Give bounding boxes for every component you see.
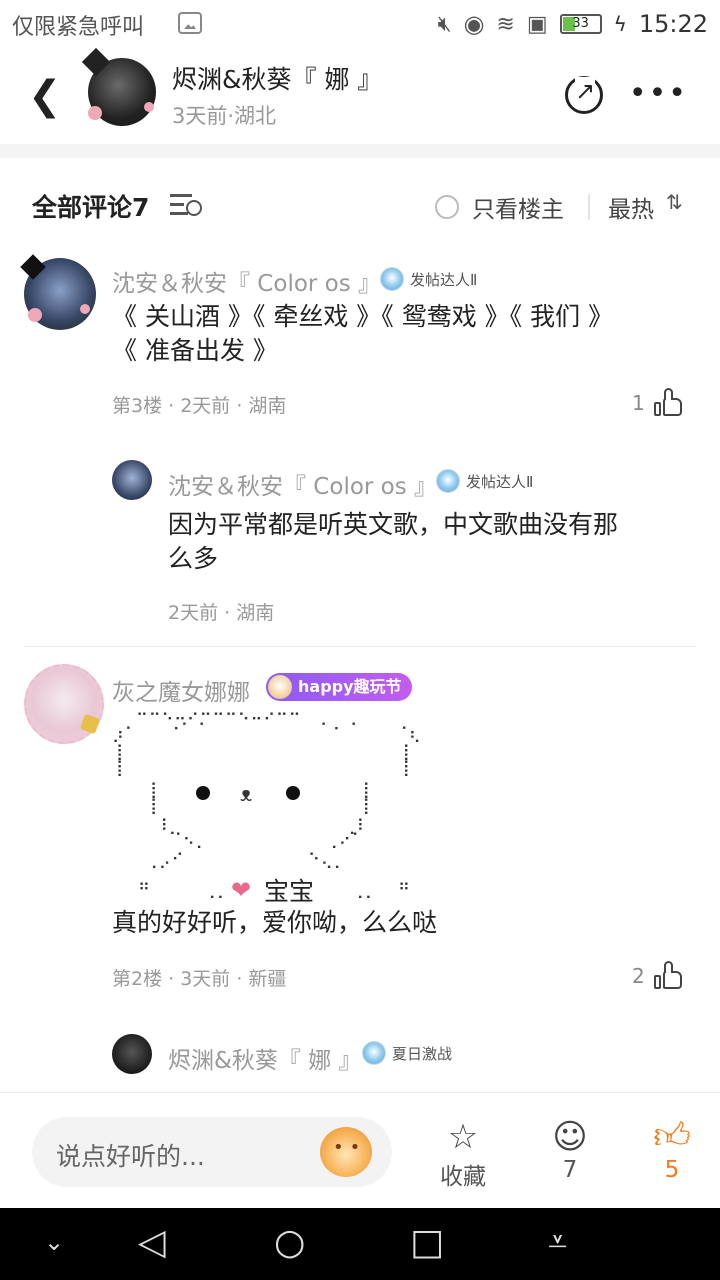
star-icon[interactable]: ☆	[438, 1117, 488, 1157]
recents-square-icon[interactable]: □	[410, 1222, 444, 1263]
comment-input-placeholder[interactable]: 说点好听的...	[56, 1137, 205, 1173]
comments-count: 7	[132, 193, 150, 222]
reply-username[interactable]: 沈安＆秋安『 Color os 』	[168, 467, 437, 501]
user-badge: 发帖达人Ⅱ	[380, 266, 477, 292]
like-count: 1	[632, 391, 645, 415]
badge-icon	[362, 1041, 386, 1065]
avatar[interactable]	[112, 1034, 152, 1074]
favorite-button[interactable]: ☆ 收藏	[438, 1117, 488, 1191]
like-button[interactable]: 👍︎ 5	[650, 1117, 694, 1184]
comment-text-line: 真的好好听，爱你呦，么么哒	[112, 908, 438, 937]
comment-username[interactable]: 灰之魔女娜娜	[112, 673, 250, 707]
badge-icon	[380, 267, 404, 291]
status-icons: 🔇︎ ◉ ≋ ▣ 33 ϟ 15:22	[438, 6, 708, 42]
home-circle-icon[interactable]: ○	[274, 1222, 305, 1263]
comments-count-label[interactable]: 7	[548, 1157, 592, 1183]
more-icon[interactable]: •••	[629, 76, 688, 111]
like-count-label[interactable]: 5	[650, 1157, 694, 1183]
comment-text-line: 《 关山酒 》《 牵丝戏 》《 鸳鸯戏 》《 我们 》	[112, 302, 614, 331]
author-name[interactable]: 烬渊&秋葵『 娜 』	[172, 60, 382, 96]
comment-text-line: 《 准备出发 》	[112, 336, 278, 365]
author-meta: 3天前·湖北	[172, 104, 277, 128]
eye-icon: ◉	[463, 10, 485, 38]
comment-meta: 第3楼 · 2天前 · 湖南	[112, 395, 287, 417]
clock: 15:22	[638, 10, 708, 38]
comments-header: 全部评论7 只看楼主 最热 ⇅	[0, 170, 720, 240]
battery-icon: 33	[559, 14, 602, 34]
back-triangle-icon[interactable]: ◁	[138, 1222, 166, 1263]
chevron-down-icon[interactable]: ⌄	[44, 1228, 64, 1256]
reply-text-line: 因为平常都是听英文歌，中文歌曲没有那	[168, 510, 619, 539]
user-badge: 夏日激战	[362, 1040, 452, 1066]
only-host-label[interactable]: 只看楼主	[472, 190, 564, 224]
charging-icon: ϟ	[613, 12, 627, 36]
avatar[interactable]	[24, 664, 104, 744]
section-divider	[0, 144, 720, 158]
event-badge: happy趣玩节	[266, 673, 412, 701]
comment-username[interactable]: 沈安＆秋安『 Color os 』	[112, 264, 381, 298]
like-count: 2	[632, 964, 645, 988]
carrier-text: 仅限紧急呼叫	[12, 15, 145, 40]
comment-divider	[24, 646, 696, 647]
sort-button[interactable]: 最热	[608, 190, 654, 224]
avatar[interactable]	[112, 460, 152, 500]
thumbs-up-icon[interactable]	[654, 961, 682, 989]
reply-username[interactable]: 烬渊&秋葵『 娜 』	[168, 1041, 362, 1075]
user-badge: 发帖达人Ⅱ	[436, 468, 533, 494]
favorite-label[interactable]: 收藏	[438, 1157, 488, 1191]
comment-bubble-icon[interactable]: ☺	[548, 1117, 592, 1157]
status-bar: 仅限紧急呼叫 🔇︎ ◉ ≋ ▣ 33 ϟ 15:22	[0, 0, 720, 48]
wifi-icon: ≋	[496, 11, 515, 37]
comment-meta: 第2楼 · 3天前 · 新疆	[112, 968, 287, 990]
notification-pull-icon[interactable]: ⩡	[548, 1222, 567, 1262]
share-icon[interactable]	[565, 76, 603, 114]
bottom-action-bar: 说点好听的... ☆ 收藏 ☺ 7 👍︎ 5	[0, 1092, 720, 1208]
thumbs-up-icon[interactable]	[654, 388, 682, 416]
thumbs-up-filled-icon[interactable]: 👍︎	[650, 1117, 694, 1157]
avatar[interactable]	[24, 258, 96, 330]
badge-icon	[436, 469, 460, 493]
author-avatar[interactable]	[88, 58, 156, 126]
reply-text-line: 么多	[168, 544, 219, 573]
sort-icon[interactable]: ⇅	[666, 190, 683, 214]
comments-button[interactable]: ☺ 7	[548, 1117, 592, 1183]
divider	[588, 194, 590, 220]
only-host-radio[interactable]	[435, 195, 459, 219]
sim-icon: ▣	[526, 11, 548, 37]
emoji-icon[interactable]	[320, 1127, 372, 1177]
mute-icon: 🔇︎	[437, 11, 452, 37]
bear-eye	[196, 786, 210, 800]
post-header: ❮ 烬渊&秋葵『 娜 』 3天前·湖北 •••	[0, 48, 720, 144]
comment-input[interactable]: 说点好听的...	[32, 1117, 392, 1187]
comments-title: 全部评论7	[32, 193, 150, 222]
back-arrow-icon[interactable]: ❮	[28, 76, 62, 116]
system-nav-bar: ⌄ ◁ ○ □ ⩡	[0, 1208, 720, 1280]
bear-eye	[286, 786, 300, 800]
reply-meta: 2天前 · 湖南	[168, 602, 275, 624]
comment-text-line: 宝宝	[264, 877, 315, 906]
image-notification-icon	[178, 12, 202, 34]
filter-icon[interactable]	[170, 194, 202, 218]
heart-icon: ❤	[231, 876, 252, 904]
